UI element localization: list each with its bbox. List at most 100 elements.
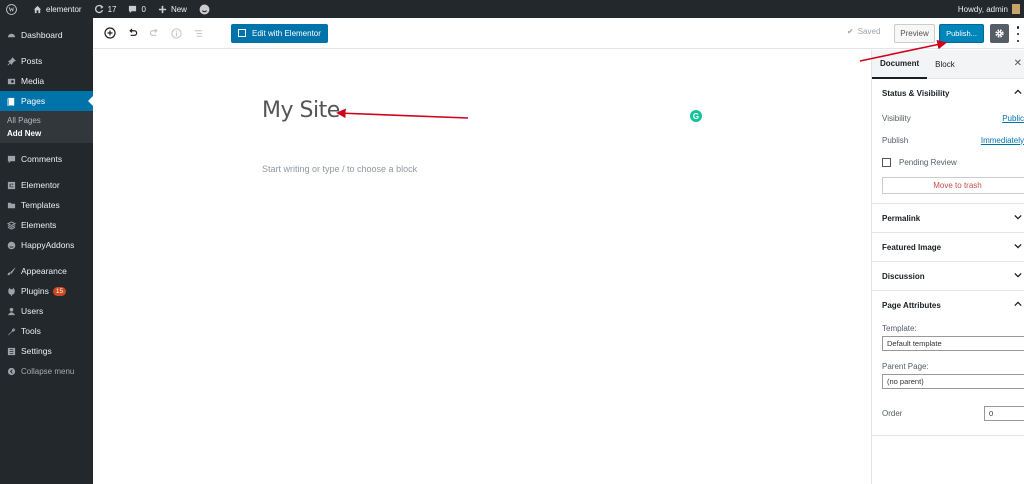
pending-review-checkbox[interactable] [882, 157, 891, 167]
list-icon [194, 29, 202, 37]
publish-date-toggle[interactable]: Immediately [981, 136, 1024, 145]
sidebar-item-templates[interactable]: Templates [0, 195, 93, 215]
elementor-logo-icon [238, 29, 246, 37]
more-tools-button[interactable] [1015, 26, 1021, 42]
happyaddons-bar-icon[interactable] [193, 0, 220, 18]
featured-image-header[interactable]: Featured Image [872, 233, 1024, 261]
page-attributes-panel: Page Attributes Template: Default templa… [872, 291, 1024, 436]
visibility-toggle[interactable]: Public [1002, 114, 1024, 123]
sidebar-item-label: Pages [21, 96, 46, 106]
sidebar-item-label: Media [21, 76, 45, 86]
post-title[interactable]: My Site [262, 98, 340, 123]
plus-icon [158, 5, 167, 13]
comments-link[interactable]: 0 [122, 0, 151, 18]
collapse-menu-button[interactable]: Collapse menu [0, 361, 93, 381]
updates-link[interactable]: 17 [88, 0, 123, 18]
discussion-header[interactable]: Discussion [872, 262, 1024, 290]
wordpress-logo-icon[interactable]: W [0, 0, 27, 18]
template-label: Template: [882, 324, 917, 333]
plugins-update-badge: 15 [52, 286, 67, 296]
sidebar-item-label: Templates [21, 200, 60, 210]
account-menu[interactable]: Howdy, admin [952, 0, 1024, 18]
refresh-icon [94, 4, 104, 14]
happyaddons-icon [6, 240, 16, 250]
chevron-up-icon [1014, 301, 1022, 307]
settings-icon [6, 346, 16, 356]
featured-image-panel: Featured Image [872, 233, 1024, 262]
sidebar-item-elements[interactable]: Elements [0, 215, 93, 235]
brush-icon [6, 266, 16, 276]
status-visibility-header[interactable]: Status & Visibility [872, 79, 1024, 107]
order-input[interactable]: 0 [984, 405, 1024, 421]
sidebar-item-posts[interactable]: Posts [0, 51, 93, 71]
sidebar-item-users[interactable]: Users [0, 301, 93, 321]
plus-circle-icon [104, 27, 116, 39]
template-select[interactable]: Default template ▼ [882, 336, 1024, 351]
sidebar-item-settings[interactable]: Settings [0, 341, 93, 361]
tab-block[interactable]: Block [927, 50, 963, 79]
new-label: New [170, 4, 187, 14]
order-label: Order [882, 408, 903, 418]
more-dot-icon [1016, 32, 1020, 36]
move-to-trash-button[interactable]: Move to trash [882, 177, 1024, 194]
sidebar-item-pages[interactable]: Pages [0, 91, 93, 111]
close-icon[interactable]: ✕ [1014, 58, 1022, 69]
chevron-down-icon [1014, 272, 1022, 278]
sidebar-item-label: Appearance [21, 266, 67, 276]
publish-row: Publish Immediately [872, 129, 1024, 151]
undo-button[interactable] [123, 24, 141, 42]
sidebar-item-happyaddons[interactable]: HappyAddons [0, 235, 93, 255]
parent-page-select[interactable]: (no parent) ▼ [882, 374, 1024, 389]
saved-indicator: ✔ Saved [847, 27, 880, 36]
sidebar-item-label: Dashboard [21, 30, 63, 40]
sidebar-item-elementor[interactable]: Elementor [0, 175, 93, 195]
avatar [1012, 4, 1020, 14]
publish-label: Publish [882, 135, 909, 145]
sidebar-item-dashboard[interactable]: Dashboard [0, 25, 93, 45]
preview-button[interactable]: Preview [894, 24, 935, 43]
publish-button[interactable]: Publish... [939, 24, 984, 43]
submenu-all-pages[interactable]: All Pages [0, 114, 93, 127]
parent-page-label: Parent Page: [882, 362, 929, 371]
more-dot-icon [1016, 39, 1020, 42]
site-name-link[interactable]: elementor [27, 0, 88, 18]
redo-button[interactable] [145, 24, 163, 42]
page-attributes-header[interactable]: Page Attributes [872, 291, 1024, 319]
settings-toggle-button[interactable] [990, 24, 1009, 43]
sidebar-item-media[interactable]: Media [0, 71, 93, 91]
undo-icon [128, 28, 137, 36]
chevron-down-icon [1014, 214, 1022, 220]
dashboard-icon [6, 30, 16, 40]
chevron-up-icon [1014, 89, 1022, 95]
submenu-add-new[interactable]: Add New [0, 127, 93, 140]
template-value: Default template [887, 339, 942, 348]
grammarly-icon[interactable]: G [690, 110, 702, 122]
editor-canvas: My Site Start writing or type / to choos… [93, 50, 871, 484]
block-navigation-button[interactable] [189, 24, 207, 42]
saved-label: Saved [857, 27, 881, 36]
panel-title: Status & Visibility [882, 88, 950, 98]
sidebar-item-comments[interactable]: Comments [0, 149, 93, 169]
sidebar-item-label: Tools [21, 326, 41, 336]
check-icon: ✔ [847, 27, 854, 36]
permalink-header[interactable]: Permalink [872, 204, 1024, 232]
sidebar-item-tools[interactable]: Tools [0, 321, 93, 341]
edit-with-elementor-button[interactable]: Edit with Elementor [231, 23, 328, 43]
users-icon [6, 306, 16, 316]
plugin-icon [6, 286, 16, 296]
panel-title: Permalink [882, 213, 921, 223]
sidebar-item-appearance[interactable]: Appearance [0, 261, 93, 281]
discussion-panel: Discussion [872, 262, 1024, 291]
add-block-button[interactable] [101, 24, 119, 42]
settings-sidebar: Document Block ✕ Status & Visibility Vis… [871, 50, 1024, 484]
block-placeholder[interactable]: Start writing or type / to choose a bloc… [262, 164, 417, 174]
elementor-icon [6, 180, 16, 190]
sidebar-item-plugins[interactable]: Plugins 15 [0, 281, 93, 301]
panel-title: Featured Image [882, 242, 942, 252]
new-content-link[interactable]: New [152, 0, 193, 18]
content-info-button[interactable] [167, 24, 185, 42]
admin-bar: W elementor 17 0 New Howdy, admin [0, 0, 1024, 18]
sidebar-item-label: Posts [21, 56, 43, 66]
sidebar-item-label: Users [21, 306, 44, 316]
tab-document[interactable]: Document [872, 50, 928, 79]
